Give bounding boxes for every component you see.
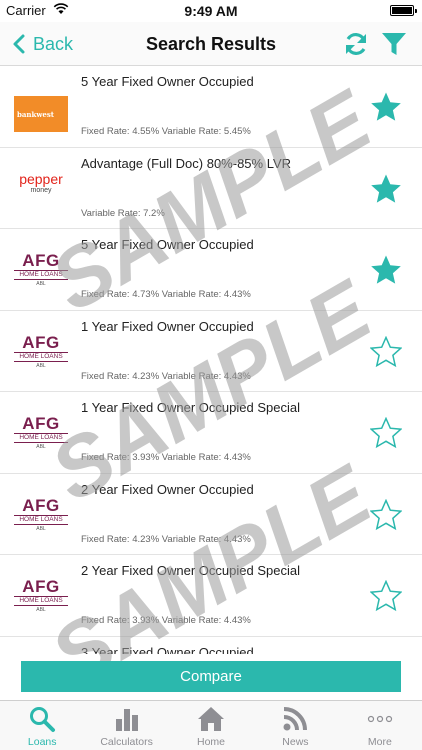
tab-news[interactable]: News [253, 701, 337, 750]
list-item[interactable]: AFG HOME LOANS ABL 1 Year Fixed Owner Oc… [0, 392, 422, 474]
logo-text: HOME LOANS [14, 270, 68, 280]
tab-loans[interactable]: Loans [0, 701, 84, 750]
lender-logo-bankwest: bankwest [14, 96, 68, 132]
logo-text: ABL [36, 362, 46, 369]
clock: 9:49 AM [184, 3, 238, 19]
logo-text: ABL [36, 525, 46, 532]
tab-label: Calculators [100, 736, 153, 748]
list-item[interactable]: bankwest 5 Year Fixed Owner Occupied Fix… [0, 66, 422, 148]
more-dots-icon [367, 715, 392, 723]
result-title: 2 Year Fixed Owner Occupied [81, 481, 254, 497]
battery-icon [390, 5, 417, 16]
result-title: 5 Year Fixed Owner Occupied [81, 74, 254, 89]
result-rates: Fixed Rate: 4.23% Variable Rate: 4.43% [81, 370, 251, 382]
logo-text: HOME LOANS [14, 596, 68, 606]
bar-chart-icon [115, 709, 138, 731]
result-rates: Fixed Rate: 4.55% Variable Rate: 5.45% [81, 126, 251, 137]
lender-logo-afg: AFG HOME LOANS ABL [14, 414, 68, 452]
tab-more[interactable]: More [338, 701, 422, 750]
refresh-icon[interactable] [342, 30, 370, 58]
logo-text: ABL [36, 607, 46, 613]
star-outline-icon[interactable] [370, 417, 402, 449]
list-item[interactable]: AFG HOME LOANS ABL 5 Year Fixed Owner Oc… [0, 229, 422, 311]
star-outline-icon[interactable] [370, 335, 402, 368]
lender-logo-afg: AFG HOME LOANS ABL [14, 577, 68, 615]
list-item[interactable]: AFG HOME LOANS ABL 3 Year Fixed Owner Oc… [0, 637, 422, 655]
tab-label: Loans [27, 736, 57, 748]
list-item[interactable]: AFG HOME LOANS ABL 2 Year Fixed Owner Oc… [0, 474, 422, 555]
logo-text: HOME LOANS [14, 433, 68, 443]
filter-icon[interactable] [380, 30, 408, 58]
list-item[interactable]: AFG HOME LOANS ABL 1 Year Fixed Owner Oc… [0, 311, 422, 392]
lender-logo-afg: AFG HOME LOANS ABL [14, 251, 68, 289]
results-list: bankwest 5 Year Fixed Owner Occupied Fix… [0, 66, 422, 654]
result-rates: Fixed Rate: 3.93% Variable Rate: 4.43% [81, 452, 251, 463]
logo-text: AFG [22, 251, 60, 270]
result-title: Advantage (Full Doc) 80%-85% LVR [81, 155, 292, 171]
result-rates: Variable Rate: 7.2% [81, 207, 165, 219]
star-filled-icon[interactable] [370, 91, 402, 123]
lender-logo-afg: AFG HOME LOANS ABL [14, 332, 68, 371]
result-rates: Fixed Rate: 3.93% Variable Rate: 4.43% [81, 615, 251, 626]
list-item[interactable]: pepper money Advantage (Full Doc) 80%-85… [0, 148, 422, 229]
tab-label: News [282, 736, 309, 748]
rss-icon [283, 707, 308, 731]
logo-text: AFG [22, 495, 60, 515]
result-title: 1 Year Fixed Owner Occupied [81, 318, 254, 334]
list-item[interactable]: AFG HOME LOANS ABL 2 Year Fixed Owner Oc… [0, 555, 422, 637]
tab-label: Home [197, 736, 226, 748]
result-rates: Fixed Rate: 4.23% Variable Rate: 4.43% [81, 533, 251, 545]
search-icon [30, 707, 56, 732]
result-title: 1 Year Fixed Owner Occupied Special [81, 400, 300, 415]
navigation-bar: Back Search Results [0, 22, 422, 66]
logo-text: ABL [36, 281, 46, 287]
logo-text: ABL [36, 444, 46, 450]
house-icon [198, 707, 225, 731]
lender-logo-pepper: pepper money [14, 172, 68, 208]
star-filled-icon[interactable] [370, 173, 402, 205]
logo-text: AFG [22, 414, 60, 433]
tab-home[interactable]: Home [169, 701, 253, 750]
result-title: 5 Year Fixed Owner Occupied [81, 237, 254, 252]
tab-label: More [367, 736, 392, 748]
compare-button[interactable]: Compare [21, 661, 401, 692]
result-title: 3 Year Fixed Owner Occupied [81, 644, 254, 655]
tab-calculators[interactable]: Calculators [84, 701, 168, 750]
logo-text: AFG [22, 332, 60, 352]
star-outline-icon[interactable] [370, 580, 402, 612]
logo-text: AFG [22, 577, 60, 596]
result-title: 2 Year Fixed Owner Occupied Special [81, 563, 300, 578]
star-outline-icon[interactable] [370, 498, 402, 531]
status-bar: Carrier 9:49 AM [0, 0, 422, 22]
result-rates: Fixed Rate: 4.73% Variable Rate: 4.43% [81, 289, 251, 300]
star-filled-icon[interactable] [370, 254, 402, 286]
tab-bar: Loans Calculators Home News More [0, 700, 422, 750]
logo-text: money [30, 186, 52, 194]
lender-logo-afg: AFG HOME LOANS ABL [14, 495, 68, 534]
logo-text: pepper [19, 170, 63, 187]
logo-text: HOME LOANS [14, 514, 68, 525]
logo-text: HOME LOANS [14, 351, 68, 362]
